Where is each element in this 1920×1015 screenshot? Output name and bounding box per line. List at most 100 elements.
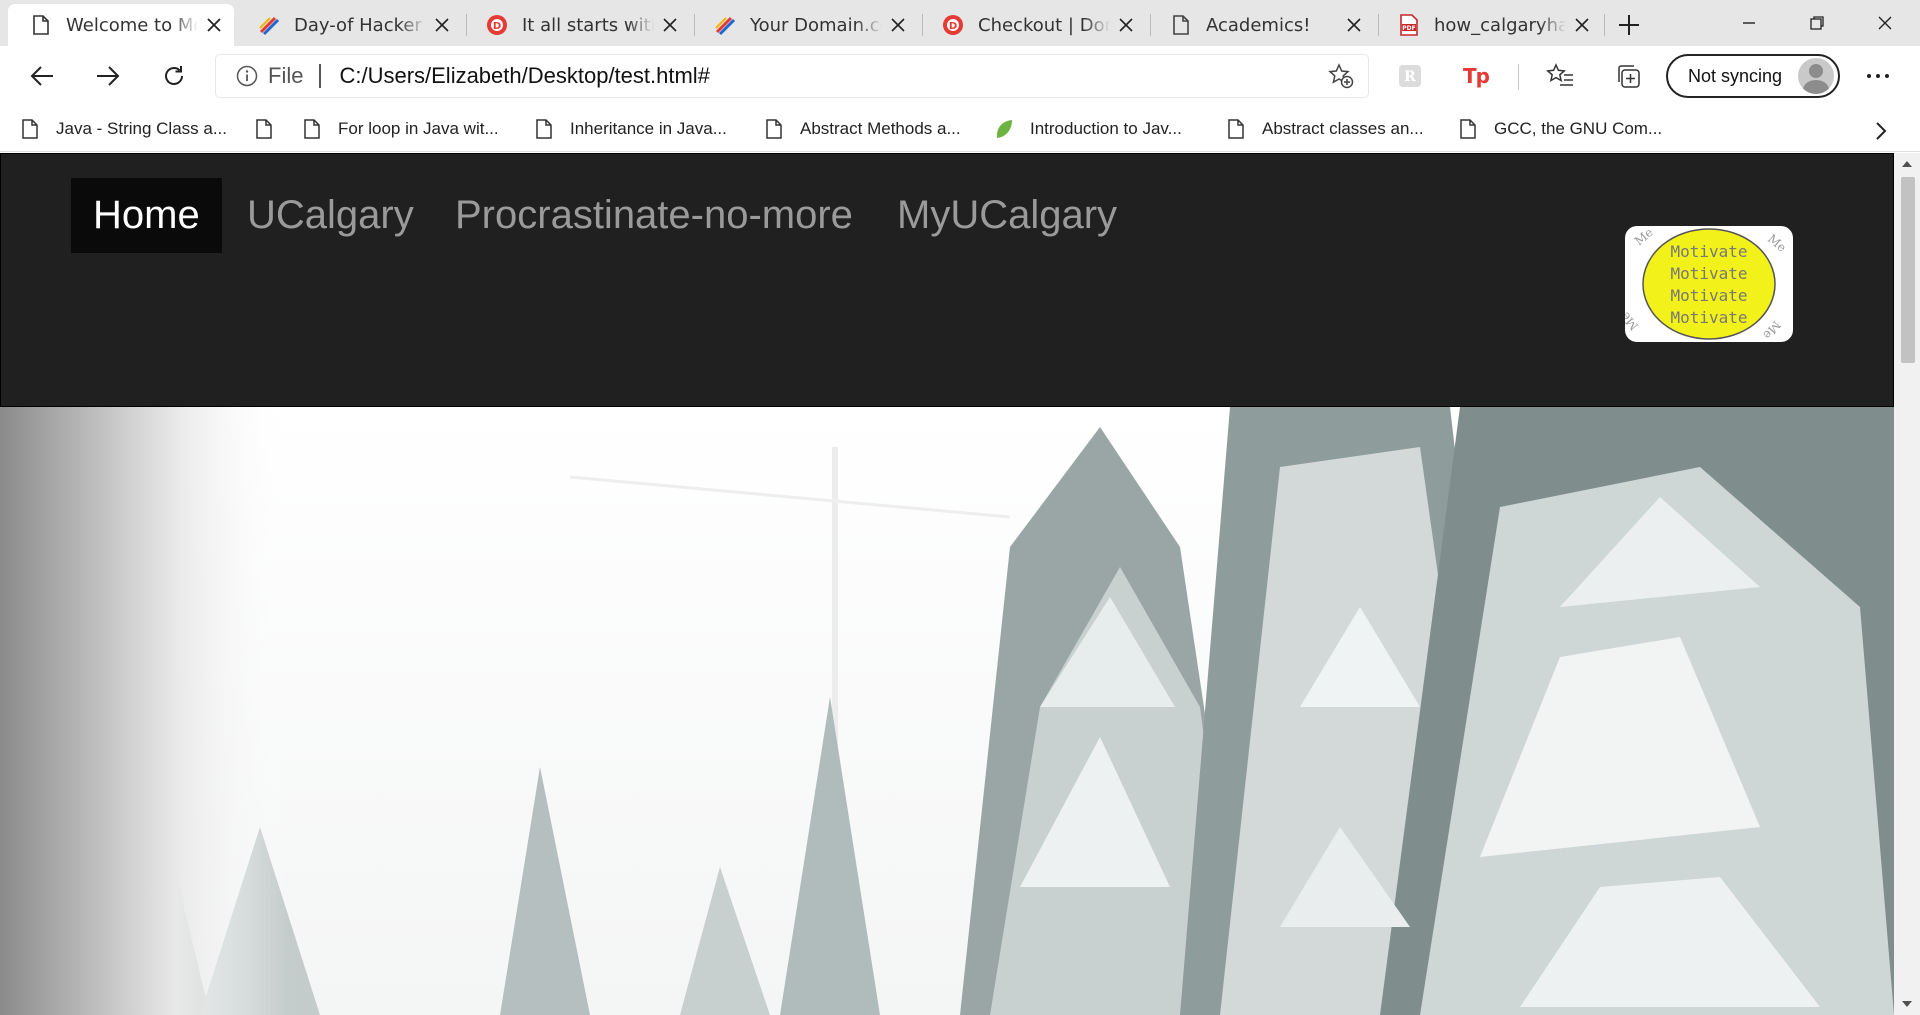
bookmarks-overflow-button[interactable] <box>1866 116 1896 146</box>
nav-myucalgary-link[interactable]: MyUCalgary <box>875 178 1139 253</box>
page-icon <box>1458 117 1478 141</box>
info-icon[interactable] <box>236 65 258 87</box>
close-tab-icon[interactable] <box>888 15 908 35</box>
tab-title: Day-of Hacker Info <box>294 14 426 36</box>
svg-text:Motivate: Motivate <box>1670 264 1747 283</box>
favorites-icon[interactable] <box>1542 58 1578 94</box>
tab-checkout[interactable]: D Checkout | Domain.com <box>920 4 1146 46</box>
close-tab-icon[interactable] <box>1572 15 1592 35</box>
bookmark-item[interactable] <box>254 106 290 152</box>
page-icon <box>764 117 784 141</box>
restore-button[interactable] <box>1794 6 1840 40</box>
page-icon <box>1170 14 1192 36</box>
address-bar[interactable]: File C:/Users/Elizabeth/Desktop/test.htm… <box>216 55 1368 97</box>
close-tab-icon[interactable] <box>1116 15 1136 35</box>
more-options-icon[interactable] <box>1860 58 1896 94</box>
tab-title: Your Domain.com <box>750 14 882 36</box>
vertical-scrollbar[interactable] <box>1894 153 1920 1015</box>
arrow-right-icon <box>97 66 120 86</box>
bookmark-item[interactable]: Java - String Class a... <box>20 106 227 152</box>
svg-text:PDF: PDF <box>1402 25 1415 32</box>
bookmark-label: For loop in Java wit... <box>338 119 499 138</box>
bookmark-item[interactable]: Abstract Methods a... <box>764 106 961 152</box>
collections-icon[interactable] <box>1610 58 1646 94</box>
page-icon <box>30 14 52 36</box>
domain-com-icon: D <box>486 14 508 36</box>
tab-title: Welcome to Motivate Me <box>66 14 198 36</box>
bookmark-item[interactable]: Abstract classes an... <box>1226 106 1424 152</box>
forward-button[interactable] <box>88 56 128 96</box>
close-tab-icon[interactable] <box>660 15 680 35</box>
tab-academics[interactable]: Academics! <box>1148 4 1374 46</box>
scrollbar-thumb[interactable] <box>1901 177 1915 363</box>
tab-how-calgaryhacks[interactable]: PDF how_calgaryhacks <box>1376 4 1602 46</box>
tab-title: Academics! <box>1206 14 1311 36</box>
toolbar-divider <box>1518 64 1519 90</box>
tab-day-of-hacker[interactable]: Day-of Hacker Info <box>236 4 462 46</box>
minimize-button[interactable] <box>1726 6 1772 40</box>
page-icon <box>1226 117 1246 141</box>
motivate-me-logo[interactable]: Motivate Motivate Motivate Motivate Me M… <box>1618 225 1793 342</box>
tab-your-domain[interactable]: Your Domain.com <box>692 4 918 46</box>
bookmark-label: Inheritance in Java... <box>570 119 727 138</box>
profile-button[interactable]: Not syncing <box>1666 54 1840 98</box>
bookmark-item[interactable]: For loop in Java wit... <box>302 106 499 152</box>
svg-text:D: D <box>493 21 501 32</box>
bookmark-item[interactable]: Introduction to Jav... <box>994 106 1182 152</box>
nav-home-link[interactable]: Home <box>71 178 222 253</box>
leaf-icon <box>994 117 1014 141</box>
bookmark-label: GCC, the GNU Com... <box>1494 119 1663 138</box>
caret-up-icon <box>1902 161 1912 167</box>
back-button[interactable] <box>22 56 62 96</box>
bookmark-label: Introduction to Jav... <box>1030 119 1182 138</box>
domain-com-icon: D <box>942 14 964 36</box>
refresh-icon <box>165 66 183 85</box>
page-icon <box>20 117 40 141</box>
page-icon <box>534 117 554 141</box>
svg-text:Me: Me <box>1760 318 1783 342</box>
bookmarks-bar: Java - String Class a... For loop in Jav… <box>0 106 1920 152</box>
nav-ucalgary-link[interactable]: UCalgary <box>225 178 436 253</box>
close-window-button[interactable] <box>1862 6 1908 40</box>
svg-text:Me: Me <box>1765 232 1789 255</box>
page-viewport: Home UCalgary Procrastinate-no-more MyUC… <box>0 153 1894 1015</box>
url-input[interactable]: C:/Users/Elizabeth/Desktop/test.html# <box>339 63 1324 89</box>
scroll-up-button[interactable] <box>1894 153 1920 175</box>
tab-domain-starts[interactable]: D It all starts with a domain <box>464 4 690 46</box>
close-tab-icon[interactable] <box>204 15 224 35</box>
address-divider <box>319 64 322 88</box>
hero-image <box>0 407 1894 1015</box>
bookmark-label: Abstract classes an... <box>1262 119 1424 138</box>
svg-text:Motivate: Motivate <box>1670 242 1747 261</box>
url-scheme-label: File <box>268 63 304 88</box>
tab-title: Checkout | Domain.com <box>978 14 1110 36</box>
caret-down-icon <box>1902 1001 1912 1007</box>
tab-welcome[interactable]: Welcome to Motivate Me <box>8 4 234 46</box>
close-tab-icon[interactable] <box>432 15 452 35</box>
devpost-icon <box>714 14 736 36</box>
nav-procrastinate-link[interactable]: Procrastinate-no-more <box>433 178 875 253</box>
add-favorite-icon[interactable] <box>1324 59 1358 93</box>
arrow-left-icon <box>30 66 53 86</box>
svg-text:R: R <box>1404 69 1416 85</box>
scroll-down-button[interactable] <box>1894 993 1920 1015</box>
browser-toolbar: File C:/Users/Elizabeth/Desktop/test.htm… <box>0 46 1920 106</box>
site-navbar: Home UCalgary Procrastinate-no-more MyUC… <box>0 153 1894 407</box>
tab-title: It all starts with a domain <box>522 14 654 36</box>
svg-text:Me: Me <box>1625 309 1641 333</box>
bookmark-item[interactable]: Inheritance in Java... <box>534 106 727 152</box>
refresh-button[interactable] <box>154 56 194 96</box>
close-tab-icon[interactable] <box>1344 15 1364 35</box>
close-icon <box>1878 16 1892 30</box>
tp-extension-icon[interactable]: Tp <box>1458 58 1494 94</box>
tp-label: Tp <box>1463 64 1490 88</box>
restore-icon <box>1810 16 1824 30</box>
bookmark-item[interactable]: GCC, the GNU Com... <box>1458 106 1662 152</box>
tab-divider <box>1604 14 1605 36</box>
minimize-icon <box>1743 22 1755 24</box>
extension-icon[interactable]: R <box>1392 58 1428 94</box>
devpost-icon <box>258 14 280 36</box>
new-tab-button[interactable] <box>1614 10 1644 40</box>
svg-text:Me: Me <box>1632 226 1656 248</box>
profile-sync-label: Not syncing <box>1688 65 1783 86</box>
